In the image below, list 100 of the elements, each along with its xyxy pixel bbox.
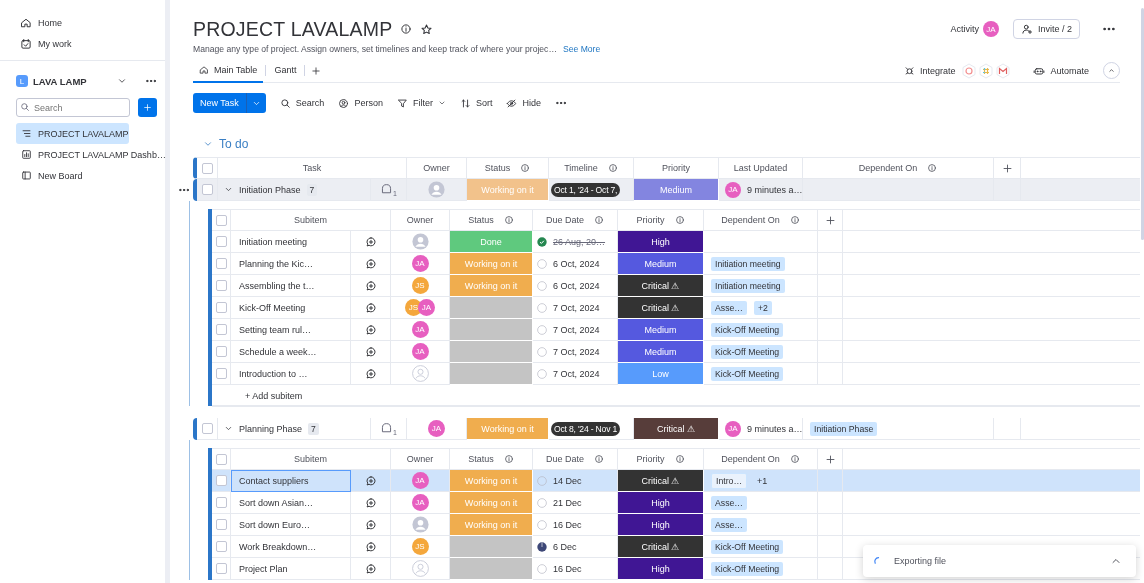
dependency-tag[interactable]: Asse… [711, 300, 747, 315]
item-name[interactable]: Initiation Phase [239, 184, 301, 195]
sidebar-item[interactable]: PROJECT LAVALAMP Dashb… [16, 144, 166, 165]
scrollbar[interactable] [1141, 8, 1144, 240]
circle-icon[interactable] [537, 302, 547, 313]
checkbox[interactable] [215, 368, 227, 379]
status-fill[interactable] [450, 319, 533, 341]
app-icon[interactable] [978, 62, 995, 79]
column-header[interactable]: Subitem [294, 454, 327, 464]
column-header[interactable]: Timeline [564, 163, 618, 173]
subitem-name[interactable]: Initiation meeting [239, 236, 308, 247]
circle-icon[interactable] [537, 475, 547, 486]
checkbox[interactable] [201, 162, 213, 174]
column-header[interactable]: Priority [662, 163, 690, 173]
subitem-name[interactable]: Kick-Off Meeting [239, 302, 306, 313]
add-update-icon[interactable] [364, 345, 377, 358]
progress-circle-icon[interactable] [537, 541, 547, 552]
subitem-row[interactable]: Sort down Asian… JA Working on it 21 Dec High Asse… [212, 492, 1140, 514]
checkbox[interactable] [215, 519, 227, 530]
subitem-name[interactable]: Setting team rul… [239, 324, 312, 335]
dependency-tag[interactable]: Kick-Off Meeting [711, 366, 784, 381]
dependency-tag[interactable]: Kick-Off Meeting [711, 539, 784, 554]
priority-label[interactable]: Critical ⚠ [618, 470, 704, 492]
app-icon[interactable] [995, 62, 1012, 79]
nav-item[interactable]: My work [16, 33, 157, 54]
subitem-name[interactable]: Introduction to … [239, 368, 308, 379]
status-fill[interactable] [450, 558, 533, 580]
checkbox[interactable] [215, 541, 227, 552]
timeline-pill[interactable]: Oct 8, '24 - Nov 1 [551, 421, 620, 436]
column-header[interactable]: Dependent On [858, 163, 938, 173]
priority-label[interactable]: Critical ⚠ [618, 297, 704, 319]
checkbox[interactable] [215, 280, 227, 291]
column-header[interactable]: Task [302, 163, 322, 173]
column-header[interactable]: Priority [636, 215, 685, 225]
checkbox[interactable] [215, 324, 227, 335]
subitem-row[interactable]: Kick-Off Meeting JS JA 7 Oct, 2024 Critical ⚠ Asse… +2 [212, 297, 1140, 319]
priority-label[interactable]: High [618, 514, 704, 536]
subitem-row[interactable]: Sort down Euro… Working on it 16 Dec High Asse… [212, 514, 1140, 536]
priority-label[interactable]: Critical ⚠ [634, 418, 719, 440]
add-update-icon[interactable] [364, 301, 377, 314]
subitem-row[interactable]: Setting team rul… JA 7 Oct, 2024 Medium Kick-Off Meeting [212, 319, 1140, 341]
checkbox[interactable] [215, 258, 227, 269]
add-update-icon[interactable] [364, 474, 377, 487]
timeline-pill[interactable]: Oct 1, '24 - Oct 7, [551, 182, 621, 197]
dependency-tag[interactable]: +2 [754, 300, 772, 315]
search-field[interactable]: Search [16, 98, 130, 117]
subitem-row[interactable]: Schedule a week… JA 7 Oct, 2024 Medium Kick-Off Meeting [212, 341, 1140, 363]
subitem-name[interactable]: Assembling the t… [239, 280, 315, 291]
subitem-row[interactable]: Initiation meeting Done 26 Aug, 20… High [212, 231, 1140, 253]
status-fill[interactable] [450, 297, 533, 319]
add-update-icon[interactable] [364, 518, 377, 531]
toolbar-button[interactable]: Person [338, 97, 383, 109]
column-header[interactable]: Dependent On [721, 454, 800, 464]
circle-icon[interactable] [537, 280, 547, 291]
column-header[interactable]: Owner [406, 454, 434, 464]
integrate-button[interactable]: Integrate [903, 65, 956, 76]
subitem-row[interactable]: Contact suppliers JA Working on it 14 Dec Critical ⚠ Intro… +1 [212, 470, 1140, 492]
checkbox[interactable] [215, 302, 227, 313]
subitem-row[interactable]: Assembling the t… JS Working on it 6 Oct, 2024 Critical ⚠ Initiation meeting [212, 275, 1140, 297]
circle-icon[interactable] [537, 258, 547, 269]
checkbox[interactable] [215, 453, 227, 465]
checkbox[interactable] [201, 423, 213, 434]
circle-icon[interactable] [537, 346, 547, 357]
dependency-tag[interactable]: Initiation meeting [711, 278, 785, 293]
check-circle-icon[interactable] [537, 236, 547, 247]
toolbar-button[interactable]: Search [279, 97, 325, 109]
checkbox[interactable] [215, 563, 227, 574]
dependency-tag[interactable]: Kick-Off Meeting [711, 322, 784, 337]
toolbar-button[interactable]: Sort [459, 97, 493, 109]
add-update-icon[interactable] [364, 323, 377, 336]
add-update-icon[interactable] [364, 367, 377, 380]
column-header[interactable]: Subitem [294, 215, 327, 225]
dependency-tag[interactable]: Asse… [711, 517, 747, 532]
column-header[interactable]: Due Date [546, 454, 604, 464]
subitem-name[interactable]: Sort down Asian… [239, 497, 314, 508]
dependency-tag[interactable]: Intro… [711, 472, 748, 489]
automate-button[interactable]: Automate [1033, 64, 1089, 77]
checkbox[interactable] [215, 497, 227, 508]
priority-label[interactable]: High [618, 231, 704, 253]
nav-item[interactable]: Home [16, 12, 157, 33]
status-fill[interactable] [450, 341, 533, 363]
item-name[interactable]: Planning Phase [239, 423, 303, 434]
column-header[interactable]: Status [468, 215, 514, 225]
priority-label[interactable]: Critical ⚠ [618, 536, 704, 558]
subitem-name[interactable]: Schedule a week… [239, 346, 317, 357]
subitem-name[interactable]: Sort down Euro… [239, 519, 311, 530]
column-header[interactable]: Priority [636, 454, 685, 464]
priority-label[interactable]: Medium [618, 319, 704, 341]
dependency-tag[interactable]: Asse… [711, 495, 747, 510]
add-update-icon[interactable] [364, 562, 377, 575]
dependency-tag[interactable]: Kick-Off Meeting [711, 561, 784, 576]
toolbar-button[interactable]: Hide [506, 97, 541, 109]
sidebar-item[interactable]: New Board [16, 165, 83, 186]
add-update-icon[interactable] [364, 235, 377, 248]
circle-icon[interactable] [537, 519, 547, 530]
add-update-icon[interactable] [364, 279, 377, 292]
toolbar-button[interactable]: Filter [396, 97, 446, 109]
circle-icon[interactable] [537, 563, 547, 574]
column-header[interactable]: Owner [406, 215, 434, 225]
dependency-tag[interactable]: Initiation Phase [810, 421, 878, 436]
